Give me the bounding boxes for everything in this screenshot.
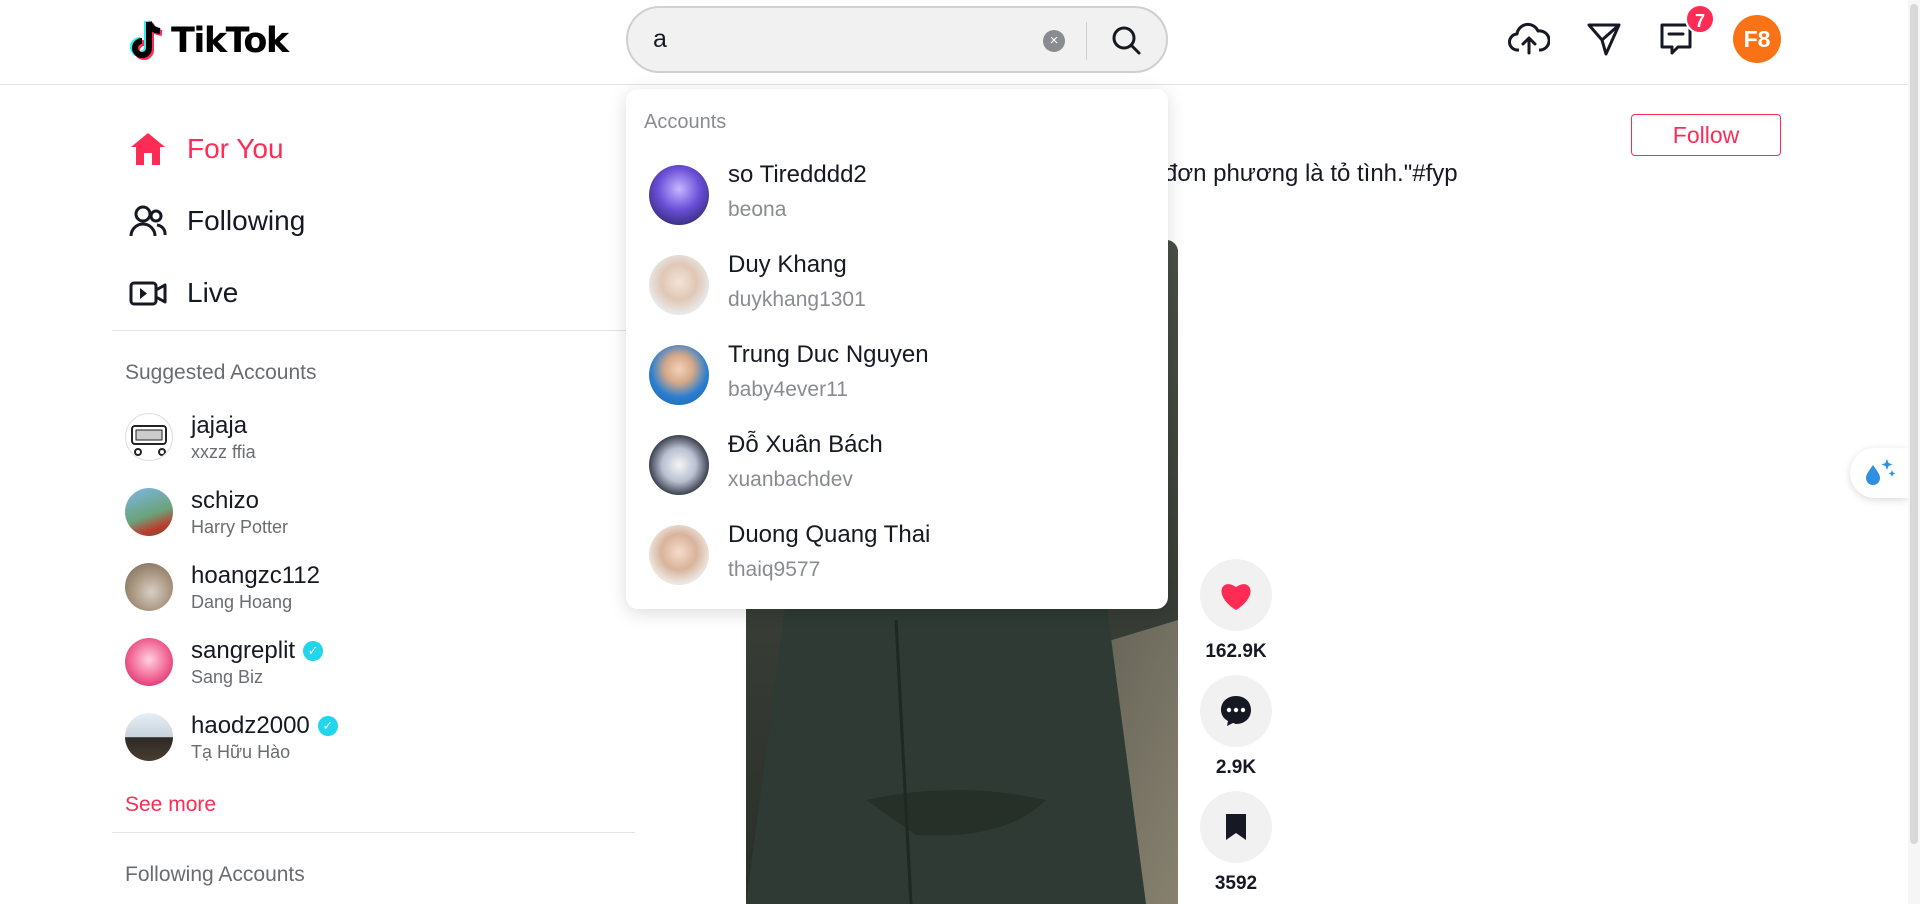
account-name: hoangzc112 xyxy=(191,561,320,589)
account-subtitle: Tạ Hữu Hào xyxy=(191,741,291,762)
logo-text: TikTok xyxy=(171,21,289,61)
post-caption: đơn phương là tỏ tình."#fyp xyxy=(1164,160,1458,187)
search-bar: × xyxy=(626,6,1168,73)
search-button[interactable] xyxy=(1098,16,1154,64)
comment-button[interactable] xyxy=(1200,675,1272,747)
account-subtitle: Harry Potter xyxy=(191,516,289,537)
clear-search-icon[interactable]: × xyxy=(1043,30,1065,52)
see-more-link[interactable]: See more xyxy=(125,793,216,817)
send-plane-icon xyxy=(1587,23,1621,56)
search-result-account[interactable]: so Tiredddd2 beona xyxy=(626,151,1168,239)
search-result-account[interactable]: Duy Khang duykhang1301 xyxy=(626,241,1168,329)
comment-count: 2.9K xyxy=(1215,757,1257,778)
nav-live[interactable]: Live xyxy=(129,267,238,319)
page-scrollbar[interactable] xyxy=(1908,0,1920,904)
search-input[interactable] xyxy=(653,8,1103,71)
sparkle-drop-icon xyxy=(1866,459,1896,485)
result-username: beona xyxy=(728,198,787,221)
result-name: Trung Duc Nguyen xyxy=(728,341,929,368)
account-name: sangreplit xyxy=(191,636,296,664)
comment-icon xyxy=(1221,696,1251,726)
avatar xyxy=(649,525,709,585)
search-result-account[interactable]: Trung Duc Nguyen baby4ever11 xyxy=(626,331,1168,419)
suggested-account[interactable]: schizo Harry Potter xyxy=(125,485,288,539)
result-username: duykhang1301 xyxy=(728,288,866,311)
notification-badge: 7 xyxy=(1685,4,1715,34)
suggested-account[interactable]: jajaja xxzz ffia xyxy=(125,410,256,464)
nav-label: Following xyxy=(187,205,306,236)
nav-following[interactable]: Following xyxy=(129,195,305,247)
sidebar: For You Following Live Suggested Account… xyxy=(112,86,635,904)
verified-badge-icon: ✓ xyxy=(303,640,324,661)
sidebar-divider xyxy=(112,832,635,833)
save-count: 3592 xyxy=(1214,873,1258,894)
suggested-accounts-heading: Suggested Accounts xyxy=(125,361,317,384)
suggested-account[interactable]: haodz2000 ✓ Tạ Hữu Hào xyxy=(125,710,338,764)
cloud-upload-icon xyxy=(1508,22,1550,55)
nav-label: For You xyxy=(187,133,284,164)
avatar xyxy=(125,638,173,686)
live-video-icon xyxy=(129,281,167,306)
result-username: thaiq9577 xyxy=(728,558,821,581)
save-button[interactable] xyxy=(1200,791,1272,863)
result-name: Duy Khang xyxy=(728,251,847,278)
sidebar-divider xyxy=(112,330,635,331)
avatar xyxy=(649,345,709,405)
home-icon xyxy=(131,133,165,165)
tiktok-logo-icon xyxy=(130,20,163,60)
bookmark-icon xyxy=(1226,814,1246,840)
follow-button[interactable]: Follow xyxy=(1631,114,1781,156)
result-name: Đỗ Xuân Bách xyxy=(728,431,883,458)
users-icon xyxy=(129,205,167,237)
tiktok-logo[interactable]: TikTok xyxy=(127,16,289,66)
top-header: TikTok × 7 F8 xyxy=(0,0,1908,85)
avatar xyxy=(649,435,709,495)
account-subtitle: Dang Hoang xyxy=(191,591,293,612)
verified-badge-icon: ✓ xyxy=(317,715,338,736)
like-count: 162.9K xyxy=(1205,641,1267,662)
avatar xyxy=(649,165,709,225)
account-name: schizo xyxy=(191,486,260,514)
result-name: Duong Quang Thai xyxy=(728,521,931,548)
nav-label: Live xyxy=(187,277,239,308)
search-result-account[interactable]: Đỗ Xuân Bách xuanbachdev xyxy=(626,421,1168,509)
heart-icon xyxy=(1221,584,1251,610)
suggested-account[interactable]: hoangzc112 Dang Hoang xyxy=(125,560,320,614)
account-name: haodz2000 xyxy=(191,711,310,739)
result-username: baby4ever11 xyxy=(728,378,848,401)
account-subtitle: xxzz ffia xyxy=(191,441,256,462)
following-accounts-heading: Following Accounts xyxy=(125,863,305,886)
avatar xyxy=(649,255,709,315)
avatar xyxy=(125,713,173,761)
avatar xyxy=(125,413,173,461)
avatar xyxy=(125,563,173,611)
avatar xyxy=(125,488,173,536)
search-divider xyxy=(1086,22,1087,60)
scrollbar-thumb[interactable] xyxy=(1910,4,1918,844)
search-icon xyxy=(1112,26,1141,55)
user-avatar[interactable]: F8 xyxy=(1733,15,1781,63)
like-button[interactable] xyxy=(1200,559,1272,631)
messages-button[interactable] xyxy=(1580,15,1628,63)
floating-assistant-button[interactable] xyxy=(1850,448,1908,498)
dropdown-heading: Accounts xyxy=(644,111,727,133)
account-subtitle: Sang Biz xyxy=(191,666,264,687)
account-name: jajaja xyxy=(191,411,248,439)
result-name: so Tiredddd2 xyxy=(728,161,867,188)
upload-button[interactable] xyxy=(1505,15,1553,63)
result-username: xuanbachdev xyxy=(728,468,853,491)
search-result-account[interactable]: Duong Quang Thai thaiq9577 xyxy=(626,511,1168,599)
search-suggestions-dropdown: Accounts so Tiredddd2 beona Duy Khang du… xyxy=(626,89,1168,609)
nav-for-you[interactable]: For You xyxy=(129,123,284,175)
suggested-account[interactable]: sangreplit ✓ Sang Biz xyxy=(125,635,324,689)
